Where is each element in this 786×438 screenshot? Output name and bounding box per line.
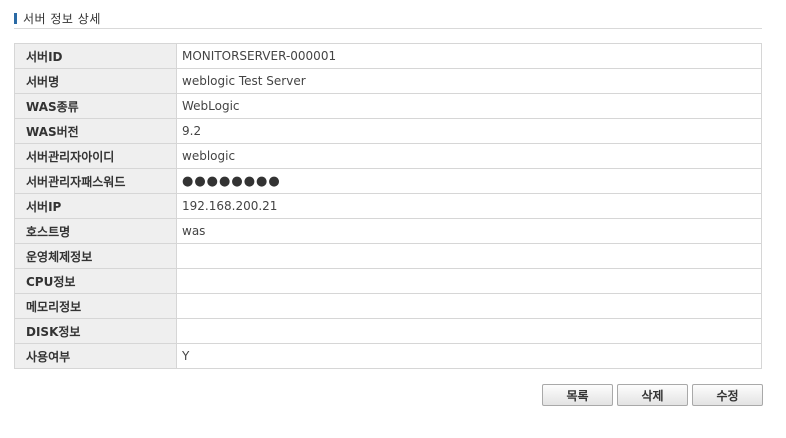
row-value <box>176 293 762 319</box>
row-value: Y <box>176 343 762 369</box>
table-row: 사용여부 Y <box>14 343 762 369</box>
row-label: 서버ID <box>14 43 177 69</box>
row-label: 서버명 <box>14 68 177 94</box>
row-value: 192.168.200.21 <box>176 193 762 219</box>
section-title-text: 서버 정보 상세 <box>23 12 101 26</box>
row-label: WAS버전 <box>14 118 177 144</box>
row-value: weblogic Test Server <box>176 68 762 94</box>
delete-button[interactable]: 삭제 <box>617 384 688 406</box>
action-buttons: 목록 삭제 수정 <box>542 384 763 406</box>
title-bullet-icon <box>14 13 17 24</box>
list-button[interactable]: 목록 <box>542 384 613 406</box>
table-row: DISK정보 <box>14 318 762 344</box>
row-label: 서버관리자아이디 <box>14 143 177 169</box>
row-value <box>176 243 762 269</box>
section-title: 서버 정보 상세 <box>14 10 762 29</box>
row-value: 9.2 <box>176 118 762 144</box>
table-row: 운영체제정보 <box>14 243 762 269</box>
table-row: 호스트명 was <box>14 218 762 244</box>
server-detail-table: 서버ID MONITORSERVER-000001 서버명 weblogic T… <box>14 43 762 369</box>
table-row: 서버관리자패스워드 ●●●●●●●● <box>14 168 762 194</box>
row-label: 메모리정보 <box>14 293 177 319</box>
table-row: 서버명 weblogic Test Server <box>14 68 762 94</box>
table-row: 서버관리자아이디 weblogic <box>14 143 762 169</box>
table-row: 서버ID MONITORSERVER-000001 <box>14 43 762 69</box>
table-row: 서버IP 192.168.200.21 <box>14 193 762 219</box>
table-row: 메모리정보 <box>14 293 762 319</box>
row-value: MONITORSERVER-000001 <box>176 43 762 69</box>
edit-button[interactable]: 수정 <box>692 384 763 406</box>
table-row: WAS버전 9.2 <box>14 118 762 144</box>
row-label: CPU정보 <box>14 268 177 294</box>
row-label: 사용여부 <box>14 343 177 369</box>
row-value: WebLogic <box>176 93 762 119</box>
row-label: 운영체제정보 <box>14 243 177 269</box>
row-value <box>176 318 762 344</box>
table-row: WAS종류 WebLogic <box>14 93 762 119</box>
row-label: WAS종류 <box>14 93 177 119</box>
row-value <box>176 268 762 294</box>
table-row: CPU정보 <box>14 268 762 294</box>
row-label: DISK정보 <box>14 318 177 344</box>
row-value: was <box>176 218 762 244</box>
password-value: ●●●●●●●● <box>176 168 762 194</box>
row-value: weblogic <box>176 143 762 169</box>
row-label: 호스트명 <box>14 218 177 244</box>
row-label: 서버IP <box>14 193 177 219</box>
row-label: 서버관리자패스워드 <box>14 168 177 194</box>
